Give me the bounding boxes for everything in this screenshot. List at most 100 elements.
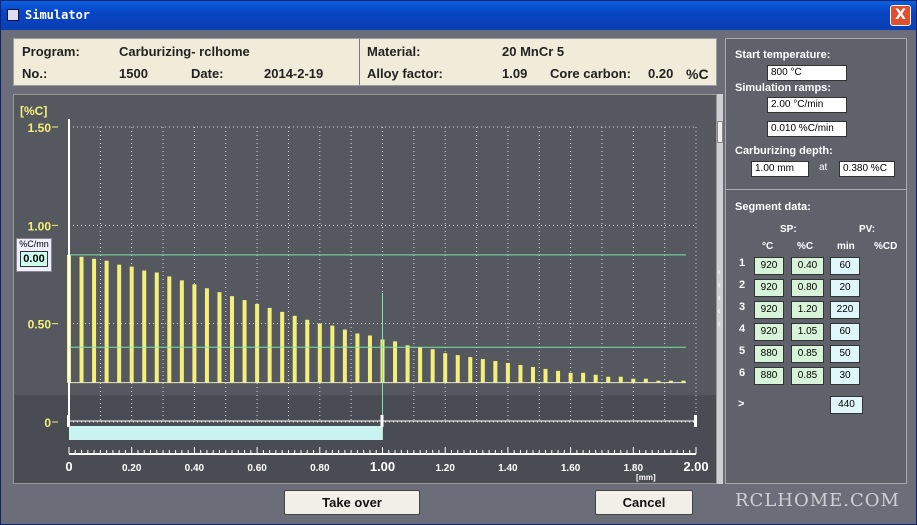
profile-bar bbox=[355, 333, 360, 383]
profile-bar bbox=[179, 280, 184, 383]
profile-bar bbox=[568, 372, 573, 383]
segment-carbon-field[interactable]: 1.05 bbox=[791, 323, 824, 341]
profile-bar bbox=[367, 335, 372, 383]
total-minutes: 440 bbox=[830, 396, 863, 414]
y-axis-label: [%C] bbox=[20, 104, 47, 118]
depth-end-marker bbox=[67, 415, 70, 427]
profile-bar bbox=[230, 296, 235, 383]
profile-bar bbox=[543, 368, 548, 383]
chevron-left-icon[interactable]: ‹ bbox=[717, 280, 721, 291]
program-label: Program: bbox=[22, 44, 80, 59]
chevron-left-icon[interactable]: ‹ bbox=[717, 267, 721, 278]
profile-bar bbox=[342, 329, 347, 383]
profile-bar bbox=[330, 325, 335, 383]
core-carbon-label: Core carbon: bbox=[550, 66, 631, 81]
col-temp-header: °C bbox=[762, 241, 774, 252]
title-bar[interactable]: Simulator X bbox=[1, 1, 916, 30]
y-tick-label: 0.50 bbox=[28, 318, 52, 332]
chevron-left-icon[interactable]: ‹ bbox=[717, 306, 721, 317]
segment-temp-field[interactable]: 920 bbox=[754, 323, 784, 341]
total-marker: > bbox=[738, 398, 745, 410]
segment-data-label: Segment data: bbox=[735, 201, 811, 213]
segment-minutes-field[interactable]: 60 bbox=[830, 323, 860, 341]
profile-bar bbox=[217, 292, 222, 383]
col-cd-header: %CD bbox=[874, 241, 898, 252]
panel-divider bbox=[726, 189, 906, 190]
profile-bar bbox=[643, 378, 648, 383]
profile-bar bbox=[117, 264, 122, 383]
x-tick-label: 0 bbox=[65, 459, 72, 474]
ramps-label: Simulation ramps: bbox=[735, 82, 831, 94]
y-tick-label: 1.00 bbox=[28, 219, 52, 233]
profile-bar bbox=[79, 256, 84, 383]
segment-temp-field[interactable]: 880 bbox=[754, 367, 784, 385]
start-temp-field[interactable]: 800 °C bbox=[767, 65, 847, 81]
profile-bar bbox=[255, 304, 260, 383]
segment-carbon-field[interactable]: 1.20 bbox=[791, 301, 824, 319]
segment-minutes-field[interactable]: 220 bbox=[830, 301, 860, 319]
chevron-left-icon[interactable]: ‹ bbox=[717, 293, 721, 304]
x-tick-label: 1.40 bbox=[498, 463, 518, 474]
x-tick-label: 1.60 bbox=[561, 463, 581, 474]
cancel-button[interactable]: Cancel bbox=[595, 490, 693, 515]
segment-minutes-field[interactable]: 50 bbox=[830, 345, 860, 363]
date-label: Date: bbox=[191, 66, 224, 81]
profile-bar bbox=[292, 315, 297, 383]
watermark: RCLHOME.COM bbox=[735, 490, 900, 511]
profile-bar bbox=[606, 376, 611, 383]
parameter-panel: Start temperature: 800 °C Simulation ram… bbox=[725, 38, 907, 484]
take-over-button[interactable]: Take over bbox=[284, 490, 420, 515]
segment-minutes-field[interactable]: 60 bbox=[830, 257, 860, 275]
carbon-profile-chart: 1.50 1.00 0.50 0 [%C] 0 0.20 0.40 0.60 0.80 1.00 1.… bbox=[13, 94, 717, 484]
core-carbon-unit: %C bbox=[686, 66, 709, 82]
profile-bar bbox=[154, 272, 159, 383]
x-tick-label: 0.60 bbox=[247, 463, 267, 474]
depth-at-label: at bbox=[819, 162, 828, 173]
profile-bar bbox=[455, 355, 460, 383]
segment-carbon-field[interactable]: 0.85 bbox=[791, 345, 824, 363]
segment-number: 2 bbox=[739, 279, 746, 291]
material-value: 20 MnCr 5 bbox=[502, 44, 565, 59]
segment-carbon-field[interactable]: 0.85 bbox=[791, 367, 824, 385]
segment-number: 4 bbox=[739, 323, 746, 335]
no-label: No.: bbox=[22, 66, 48, 81]
temp-ramp-field[interactable]: 2.00 °C/min bbox=[767, 97, 847, 113]
chevron-left-icon[interactable]: ‹ bbox=[717, 319, 721, 330]
profile-bar bbox=[430, 349, 435, 383]
profile-bar bbox=[480, 359, 485, 383]
profile-bar bbox=[104, 260, 109, 383]
segment-carbon-field[interactable]: 0.40 bbox=[791, 257, 824, 275]
segment-temp-field[interactable]: 920 bbox=[754, 279, 784, 297]
profile-bar bbox=[443, 353, 448, 383]
segment-minutes-field[interactable]: 30 bbox=[830, 367, 860, 385]
x-axis-label: [mm] bbox=[636, 473, 656, 482]
profile-bar bbox=[267, 307, 272, 383]
rate-value: 0.00 bbox=[20, 251, 48, 267]
segment-minutes-field[interactable]: 20 bbox=[830, 279, 860, 297]
segment-temp-field[interactable]: 880 bbox=[754, 345, 784, 363]
start-temp-label: Start temperature: bbox=[735, 49, 831, 61]
date-value: 2014-2-19 bbox=[264, 66, 324, 81]
depth-field[interactable]: 1.00 mm bbox=[751, 161, 809, 177]
depth-label: Carburizing depth: bbox=[735, 145, 833, 157]
profile-bar bbox=[92, 258, 97, 383]
profile-bar bbox=[418, 347, 423, 383]
profile-bar bbox=[618, 376, 623, 383]
segment-carbon-field[interactable]: 0.80 bbox=[791, 279, 824, 297]
window-title: Simulator bbox=[25, 8, 91, 22]
profile-bar bbox=[167, 276, 172, 383]
profile-bar bbox=[518, 364, 523, 383]
depth-carbon-field[interactable]: 0.380 %C bbox=[839, 161, 895, 177]
carbon-ramp-field[interactable]: 0.010 %C/min bbox=[767, 121, 847, 137]
y-tick-label: 1.50 bbox=[28, 121, 52, 135]
profile-bar bbox=[505, 363, 510, 383]
segment-number: 1 bbox=[739, 257, 746, 269]
program-value: Carburizing- rclhome bbox=[119, 44, 250, 59]
scrollbar-thumb[interactable] bbox=[717, 121, 723, 143]
header-divider bbox=[359, 39, 360, 85]
profile-bar bbox=[129, 266, 134, 383]
segment-temp-field[interactable]: 920 bbox=[754, 257, 784, 275]
close-button[interactable]: X bbox=[890, 5, 911, 26]
simulator-window: Simulator X Program: Carburizing- rclhom… bbox=[0, 0, 917, 525]
segment-temp-field[interactable]: 920 bbox=[754, 301, 784, 319]
